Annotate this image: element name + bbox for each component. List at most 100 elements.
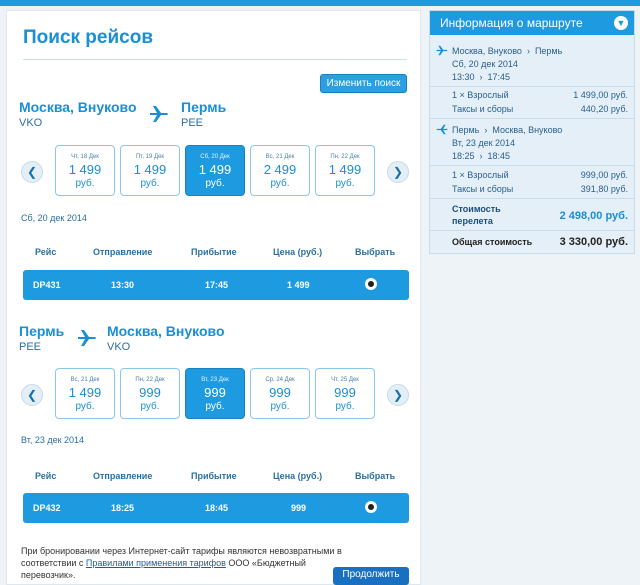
outbound-table-header: Рейс Отправление Прибытие Цена (руб.) Вы… xyxy=(23,247,409,261)
chevron-down-icon[interactable]: ▼ xyxy=(614,16,628,30)
date-currency: руб. xyxy=(270,178,290,189)
outbound-from-city: Москва, Внуково xyxy=(19,99,137,115)
header-arrival: Прибытие xyxy=(191,471,237,481)
next-dates-button[interactable]: ❯ xyxy=(387,161,409,183)
date-currency: руб. xyxy=(75,178,95,189)
leg2-pax-label: 1 × Взрослый xyxy=(452,170,509,180)
route-info-title: Информация о маршруте xyxy=(440,16,583,30)
inbound-flight-row[interactable]: DP432 18:25 18:45 999 xyxy=(23,493,409,523)
flight-price: 1 499 xyxy=(287,280,310,290)
leg1-times: 13:30 › 17:45 xyxy=(452,72,511,82)
header-departure: Отправление xyxy=(93,471,153,481)
plane-icon xyxy=(150,106,168,122)
leg2-date: Вт, 23 дек 2014 xyxy=(452,138,516,148)
leg1-pax-label: 1 × Взрослый xyxy=(452,90,509,100)
flight-number: DP432 xyxy=(33,503,61,513)
divider xyxy=(430,198,634,199)
date-cell-selected[interactable]: Вт, 23 Дек 999 руб. xyxy=(185,368,245,419)
date-currency: руб. xyxy=(335,401,355,412)
date-cell[interactable]: Пн, 22 Дек 1 499 руб. xyxy=(315,145,375,196)
inbound-date-text: Вт, 23 дек 2014 xyxy=(21,435,85,445)
flight-search-panel: Поиск рейсов Изменить поиск Москва, Внук… xyxy=(6,10,421,585)
flight-number: DP431 xyxy=(33,280,61,290)
note-line-1: При бронировании через Интернет-сайт тар… xyxy=(21,546,342,556)
date-label: Сб, 20 Дек xyxy=(200,154,230,160)
flight-arrival: 18:45 xyxy=(205,503,229,513)
flight-select-radio[interactable] xyxy=(365,278,377,290)
fare-label-1: Стоимость xyxy=(452,204,501,214)
header-select: Выбрать xyxy=(355,247,396,257)
header-departure: Отправление xyxy=(93,247,153,257)
header-select: Выбрать xyxy=(355,471,396,481)
date-label: Пн, 22 Дек xyxy=(330,154,360,160)
fare-rules-link[interactable]: Правилами применения тарифов xyxy=(86,558,226,568)
leg2-from: Пермь xyxy=(452,125,480,135)
flight-select-radio[interactable] xyxy=(365,501,377,513)
date-price: 1 499 xyxy=(68,385,102,400)
date-label: Чт, 18 Дек xyxy=(71,154,99,160)
outbound-to-city: Пермь xyxy=(181,99,227,115)
date-currency: руб. xyxy=(335,178,355,189)
plane-icon xyxy=(436,45,448,56)
divider xyxy=(430,165,634,166)
fare-label-2: перелета xyxy=(452,216,493,226)
note-prefix: соответствии с xyxy=(21,558,84,568)
leg1-pax-value: 1 499,00 руб. xyxy=(573,90,628,100)
date-currency: руб. xyxy=(75,401,95,412)
date-price: 1 499 xyxy=(328,162,362,177)
flight-price: 999 xyxy=(291,503,307,513)
date-cell[interactable]: Ср, 24 Дек 999 руб. xyxy=(250,368,310,419)
date-cell[interactable]: Вс, 21 Дек 1 499 руб. xyxy=(55,368,115,419)
header-arrival: Прибытие xyxy=(191,247,237,257)
outbound-to-code: PEE xyxy=(181,117,204,129)
leg2-pax-value: 999,00 руб. xyxy=(580,170,628,180)
date-price: 999 xyxy=(204,385,226,400)
header-flight: Рейс xyxy=(35,247,57,257)
date-label: Вс, 21 Дек xyxy=(70,377,100,383)
continue-button[interactable]: Продолжить xyxy=(333,567,409,585)
fare-value: 2 498,00 руб. xyxy=(559,210,628,222)
inbound-from-city: Пермь xyxy=(19,323,65,339)
date-price: 1 499 xyxy=(68,162,102,177)
plane-icon xyxy=(436,124,448,135)
leg2-times: 18:25 › 18:45 xyxy=(452,151,511,161)
date-currency: руб. xyxy=(140,401,160,412)
route-info-header[interactable]: Информация о маршруте ▼ xyxy=(430,11,634,35)
leg1-date: Сб, 20 дек 2014 xyxy=(452,59,518,69)
date-cell[interactable]: Пн, 22 Дек 999 руб. xyxy=(120,368,180,419)
date-cell[interactable]: Пт, 19 Дек 1 499 руб. xyxy=(120,145,180,196)
header-flight: Рейс xyxy=(35,471,57,481)
flight-departure: 18:25 xyxy=(111,503,135,513)
flight-arrival: 17:45 xyxy=(205,280,229,290)
date-cell[interactable]: Чт, 18 Дек 1 499 руб. xyxy=(55,145,115,196)
total-label: Общая стоимость xyxy=(452,237,533,247)
leg2-tax-value: 391,80 руб. xyxy=(580,184,628,194)
divider xyxy=(430,118,634,119)
prev-dates-button[interactable]: ❮ xyxy=(21,161,43,183)
date-label: Вт, 23 Дек xyxy=(201,377,229,383)
divider xyxy=(430,230,634,231)
top-bar xyxy=(0,0,640,6)
leg1-tax-value: 440,20 руб. xyxy=(580,104,628,114)
modify-search-button[interactable]: Изменить поиск xyxy=(320,74,407,93)
date-cell-selected[interactable]: Сб, 20 Дек 1 499 руб. xyxy=(185,145,245,196)
date-price: 999 xyxy=(334,385,356,400)
date-cell[interactable]: Вс, 21 Дек 2 499 руб. xyxy=(250,145,310,196)
outbound-date-selector: ❮ Чт, 18 Дек 1 499 руб. Пт, 19 Дек 1 499 руб… xyxy=(19,145,415,199)
header-price: Цена (руб.) xyxy=(273,471,323,481)
next-dates-button[interactable]: ❯ xyxy=(387,384,409,406)
plane-icon xyxy=(78,330,96,346)
date-currency: руб. xyxy=(205,178,225,189)
leg2-tax-label: Таксы и сборы xyxy=(452,184,514,194)
date-label: Ср, 24 Дек xyxy=(265,377,295,383)
prev-dates-button[interactable]: ❮ xyxy=(21,384,43,406)
fare-rules-note: При бронировании через Интернет-сайт тар… xyxy=(21,545,351,581)
inbound-date-selector: ❮ Вс, 21 Дек 1 499 руб. Пн, 22 Дек 999 руб. … xyxy=(19,368,415,422)
date-cell[interactable]: Чт, 25 Дек 999 руб. xyxy=(315,368,375,419)
total-value: 3 330,00 руб. xyxy=(559,236,628,248)
inbound-to-code: VKO xyxy=(107,341,131,353)
leg2-to: Москва, Внуково xyxy=(492,125,563,135)
date-price: 2 499 xyxy=(263,162,297,177)
route-info-panel: Информация о маршруте ▼ Москва, Внуково … xyxy=(429,10,635,254)
outbound-flight-row[interactable]: DP431 13:30 17:45 1 499 xyxy=(23,270,409,300)
